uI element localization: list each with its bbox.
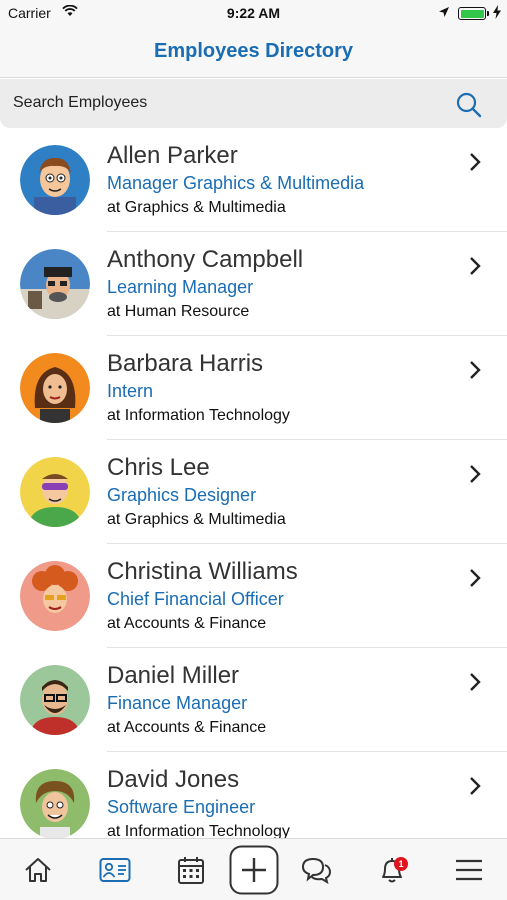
employee-title: Finance Manager [107,693,248,713]
chevron-right-icon [470,777,481,795]
employee-department: at Human Resource [107,303,250,320]
employee-department: at Graphics & Multimedia [107,199,286,216]
avatar [20,353,90,423]
list-item[interactable]: Chris Lee Graphics Designer at Graphics … [0,440,507,544]
navigation-header: Employees Directory [0,28,507,78]
tab-contacts[interactable] [85,839,145,900]
tab-menu[interactable] [439,839,499,900]
avatar [20,249,90,319]
search-input[interactable]: Search Employees [13,94,147,112]
employee-title: Learning Manager [107,277,254,297]
contacts-icon [99,858,131,882]
chevron-right-icon [470,673,481,691]
employee-department: at Information Technology [107,407,290,424]
employee-department: at Graphics & Multimedia [107,511,286,528]
employee-name: Anthony Campbell [107,246,304,273]
chevron-right-icon [470,569,481,587]
tab-chat[interactable] [286,839,346,900]
tab-bar: 1 [0,838,507,900]
list-item[interactable]: David Jones Software Engineer at Informa… [0,752,507,838]
status-bar: Carrier 9:22 AM [0,0,507,28]
list-item[interactable]: Allen Parker Manager Graphics & Multimed… [0,128,507,232]
employee-title: Chief Financial Officer [107,589,284,609]
employee-name: Daniel Miller [107,662,240,689]
employee-title: Intern [107,381,154,401]
employee-department: at Accounts & Finance [107,615,267,632]
list-item[interactable]: Christina Williams Chief Financial Offic… [0,544,507,648]
list-item[interactable]: Anthony Campbell Learning Manager at Hum… [0,232,507,336]
employee-name: Allen Parker [107,142,238,169]
calendar-icon [178,857,204,884]
battery-icon [458,7,489,20]
avatar [20,561,90,631]
tab-home[interactable] [8,839,68,900]
employee-name: Christina Williams [107,558,298,585]
employee-title: Software Engineer [107,797,256,817]
search-icon[interactable] [455,91,483,119]
avatar [20,457,90,527]
employee-title: Graphics Designer [107,485,257,505]
employee-name: Chris Lee [107,454,210,481]
employee-list[interactable]: Allen Parker Manager Graphics & Multimed… [0,128,507,838]
tab-calendar[interactable] [161,839,221,900]
list-item[interactable]: Barbara Harris Intern at Information Tec… [0,336,507,440]
page-title: Employees Directory [154,40,353,62]
avatar [20,145,90,215]
employee-title: Manager Graphics & Multimedia [107,173,365,193]
home-icon [25,858,51,882]
employee-name: David Jones [107,766,240,793]
chevron-right-icon [470,361,481,379]
tab-add[interactable] [224,839,284,900]
chevron-right-icon [470,257,481,275]
chat-icon [301,857,332,884]
notification-badge: 1 [394,857,408,871]
menu-icon [456,859,482,881]
search-bar[interactable]: Search Employees [0,79,507,128]
add-icon [229,845,279,895]
employee-department: at Information Technology [107,823,290,838]
employee-department: at Accounts & Finance [107,719,267,736]
status-time: 9:22 AM [226,5,281,21]
list-item[interactable]: Daniel Miller Finance Manager at Account… [0,648,507,752]
location-arrow-icon [439,7,449,17]
charging-bolt-icon [493,5,501,19]
chevron-right-icon [470,465,481,483]
chevron-right-icon [470,153,481,171]
tab-notifications[interactable]: 1 [362,839,422,900]
employee-name: Barbara Harris [107,350,264,377]
avatar [20,769,90,838]
avatar [20,665,90,735]
